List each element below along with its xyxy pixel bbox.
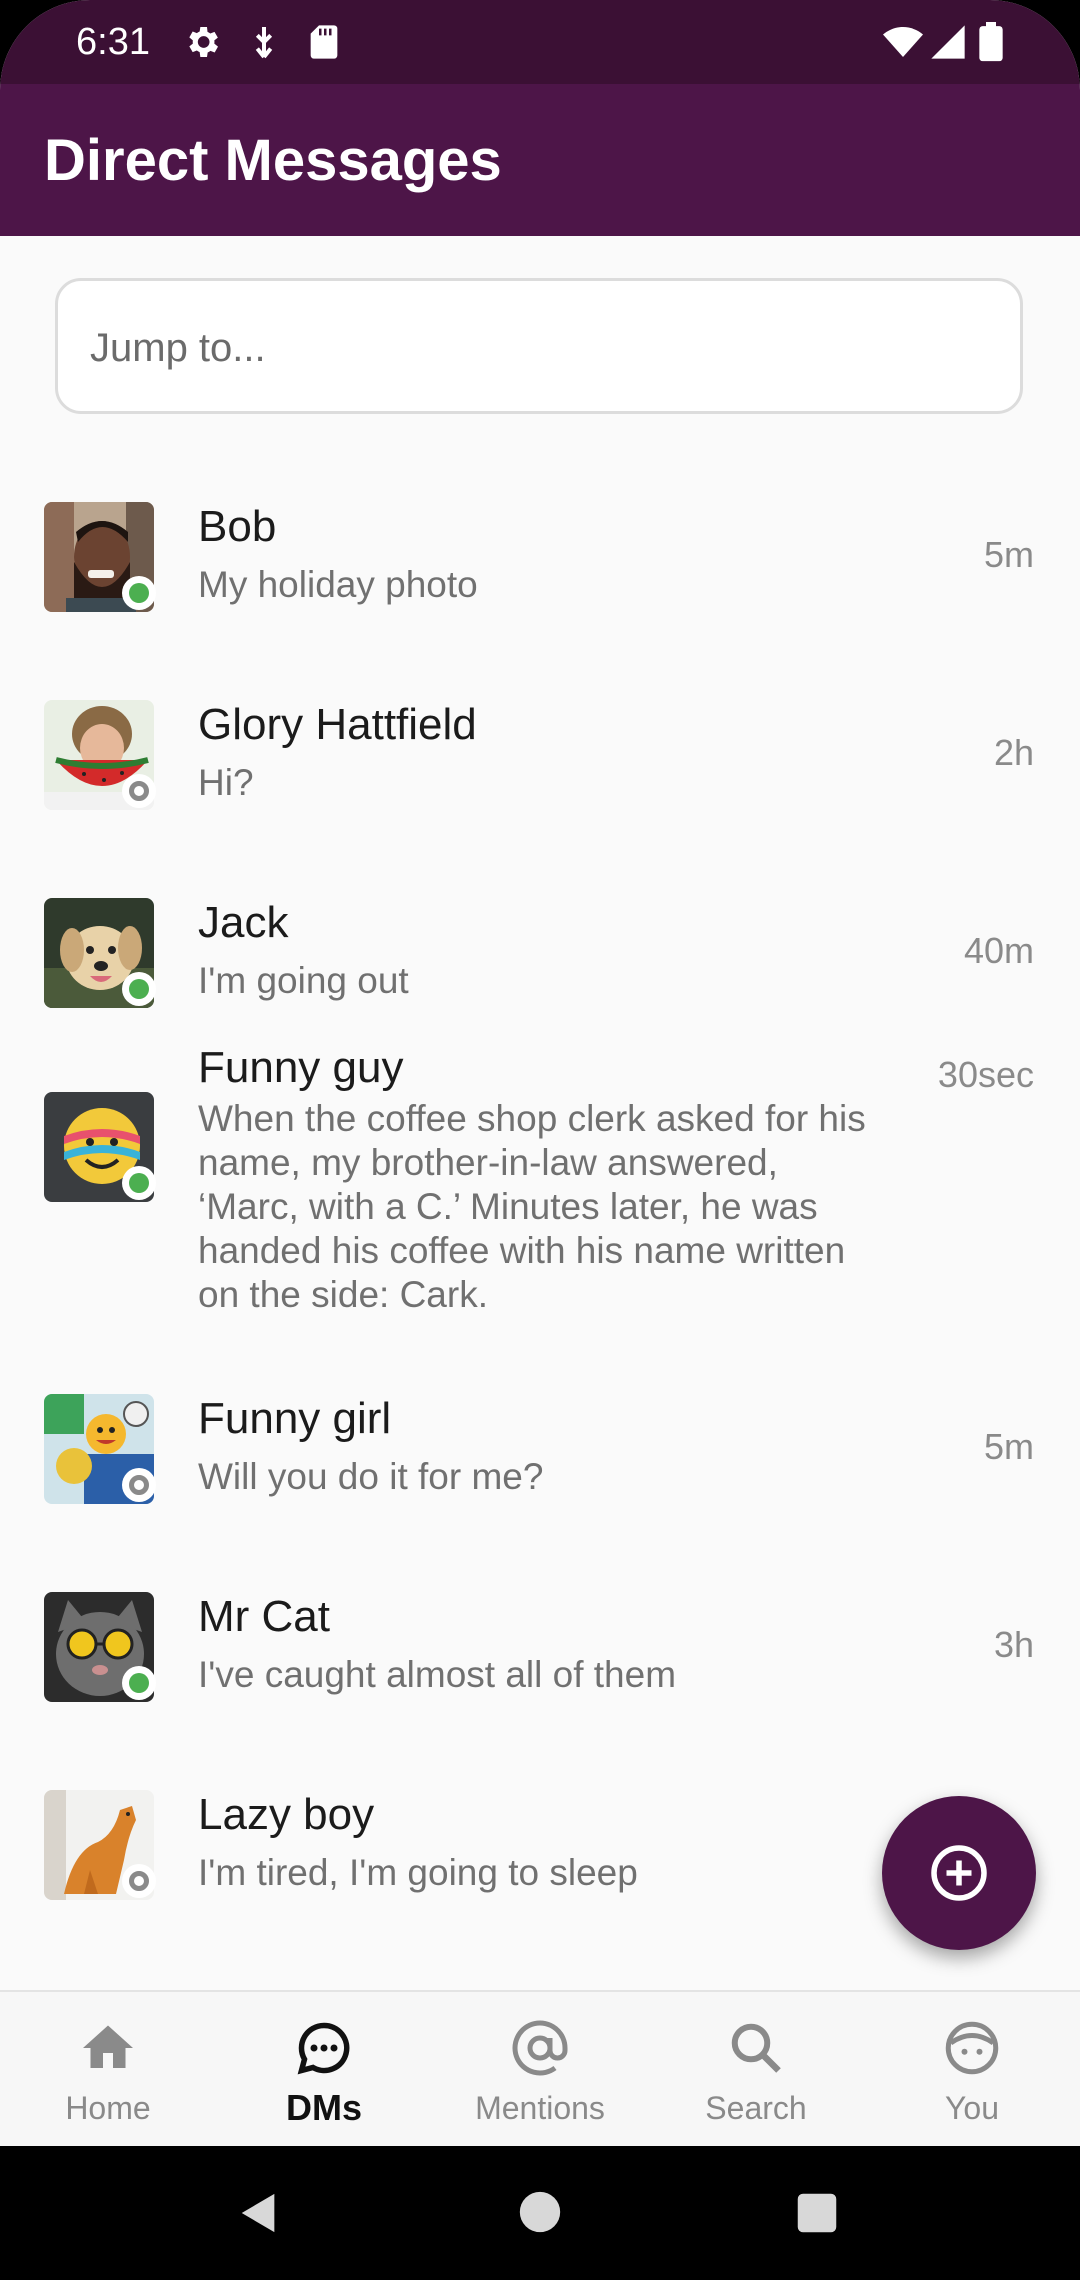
nav-item-mentions[interactable]: Mentions [432, 1992, 648, 2148]
dm-time: 5m [983, 1426, 1034, 1467]
dm-item-jack[interactable]: Jack I'm going out 40m [0, 876, 1080, 1041]
add-circle-icon [931, 1845, 987, 1901]
bottom-nav: Home DMs Mentions Search You [0, 1990, 1080, 2148]
status-time: 6:31 [76, 21, 150, 63]
page-title: Direct Messages [44, 128, 502, 193]
dm-name: Mr Cat [198, 1592, 330, 1641]
dm-item-funny-girl[interactable]: Funny girl Will you do it for me? 5m [0, 1372, 1080, 1570]
dm-item-glory-hattfield[interactable]: Glory Hattfield Hi? 2h [0, 678, 1080, 876]
dm-time: 5m [983, 534, 1034, 575]
signal-icon [931, 25, 965, 59]
dm-name: Lazy boy [198, 1790, 375, 1839]
sd-card-icon [310, 25, 338, 59]
app-bar: Direct Messages [0, 84, 1080, 236]
dm-time: 3h [993, 1624, 1034, 1665]
system-nav-bar [0, 2146, 1080, 2280]
nav-label: Search [705, 2090, 807, 2126]
nav-label: Mentions [475, 2090, 605, 2126]
presence-indicator [122, 774, 156, 808]
gear-icon [189, 27, 218, 57]
wifi-icon [883, 27, 923, 57]
presence-indicator [122, 576, 156, 610]
dm-item-funny-guy[interactable]: Funny guy When the coffee shop clerk ask… [0, 1041, 1080, 1372]
search-icon [731, 2023, 781, 2073]
dm-name: Funny guy [198, 1043, 404, 1092]
dm-message: Hi? [198, 762, 254, 803]
presence-indicator [122, 1166, 156, 1200]
screen: 6:31 Direct Messages Jump to... Bob My h… [0, 0, 1080, 2280]
recents-icon[interactable] [796, 2192, 838, 2234]
nav-item-you[interactable]: You [864, 1992, 1080, 2148]
dm-name: Funny girl [198, 1394, 392, 1443]
dm-item-mr-cat[interactable]: Mr Cat I've caught almost all of them 3h [0, 1570, 1080, 1768]
dm-message: Will you do it for me? [198, 1456, 544, 1497]
dm-message: When the coffee shop clerk asked for his… [198, 1098, 866, 1315]
usb-icon [255, 27, 273, 59]
search-input[interactable] [88, 311, 992, 385]
dm-message: My holiday photo [198, 564, 478, 605]
dm-item-bob[interactable]: Bob My holiday photo 5m [0, 480, 1080, 678]
dm-message: I've caught almost all of them [198, 1654, 677, 1695]
presence-indicator [122, 1864, 156, 1898]
dm-name: Jack [198, 898, 289, 947]
presence-indicator [122, 972, 156, 1006]
chat-bubble-icon [297, 2022, 350, 2075]
dm-message: I'm going out [198, 960, 409, 1001]
presence-indicator [122, 1468, 156, 1502]
nav-item-home[interactable]: Home [0, 1992, 216, 2148]
at-sign-icon [512, 2020, 568, 2076]
nav-label: Home [65, 2090, 151, 2126]
nav-item-search[interactable]: Search [648, 1992, 864, 2148]
nav-label: You [945, 2090, 999, 2126]
home-button-icon[interactable] [518, 2190, 562, 2234]
status-bar: 6:31 [0, 0, 1080, 84]
search-box[interactable] [55, 278, 1023, 414]
home-icon [83, 2025, 133, 2068]
dm-name: Glory Hattfield [198, 700, 477, 749]
dm-list: Bob My holiday photo 5m Glory Hattfield … [0, 480, 1080, 1966]
nav-item-dms[interactable]: DMs [216, 1992, 432, 2148]
new-message-button[interactable] [882, 1796, 1036, 1950]
dm-message: I'm tired, I'm going to sleep [198, 1852, 638, 1893]
battery-icon [979, 22, 1003, 62]
presence-indicator [122, 1666, 156, 1700]
dm-time: 30sec [937, 1054, 1034, 1095]
dm-name: Bob [198, 502, 277, 551]
back-icon[interactable] [236, 2190, 282, 2236]
dm-time: 40m [963, 930, 1034, 971]
face-icon [945, 2021, 999, 2075]
dm-time: 2h [993, 732, 1034, 773]
nav-label: DMs [285, 2087, 362, 2128]
